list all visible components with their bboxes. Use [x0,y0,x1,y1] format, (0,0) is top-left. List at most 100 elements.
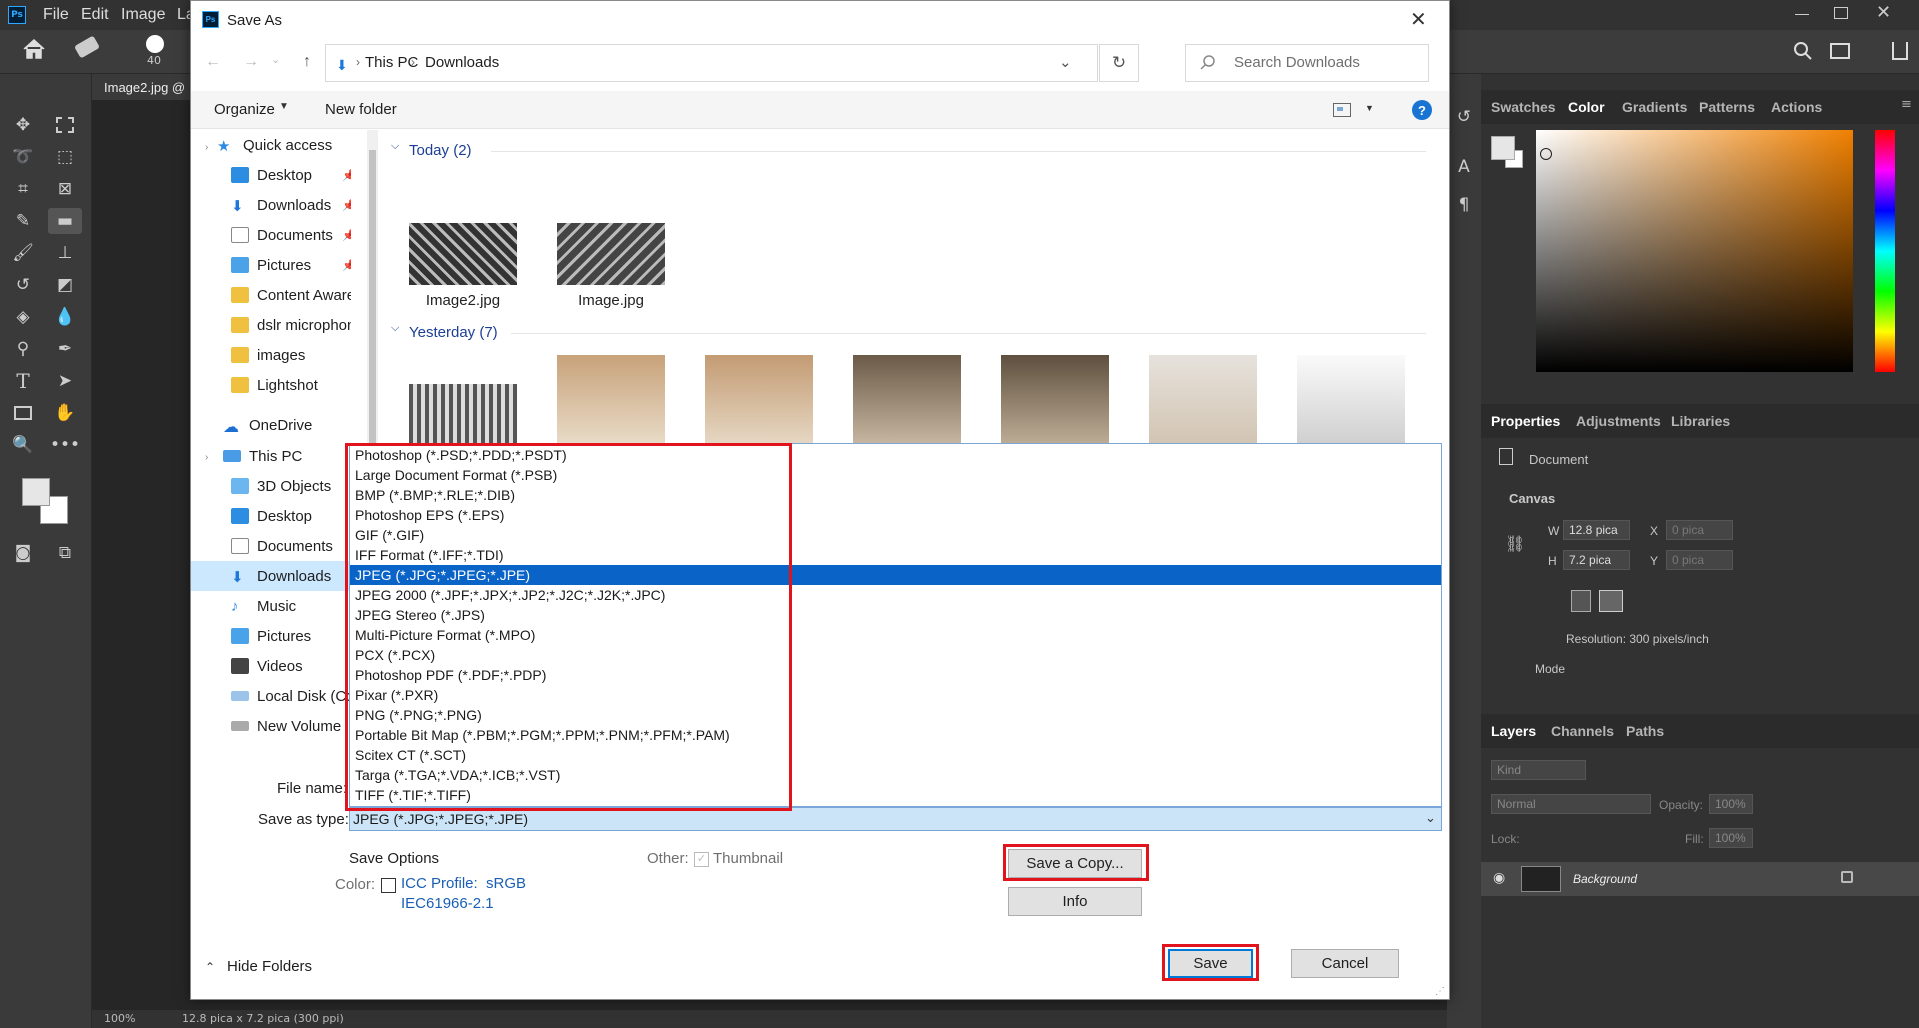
hue-slider[interactable] [1875,130,1895,372]
nav-quick-images[interactable]: images [231,340,351,370]
nav-pc-music[interactable]: ♪ Music [231,591,351,621]
breadcrumb-downloads[interactable]: Downloads [425,54,499,71]
layer-name[interactable]: Background [1573,872,1637,886]
zoom-level[interactable]: 100% [104,1012,135,1025]
thumb-image[interactable] [557,223,665,285]
nav-pc-downloads[interactable]: ⬇ Downloads [231,561,351,591]
fill-field[interactable]: 100% [1709,828,1753,848]
nav-quick-desktop[interactable]: Desktop 📌 [231,160,351,190]
nav-quick-pictures[interactable]: Pictures 📌 [231,250,351,280]
thumbnail-checkbox[interactable]: ✓ [694,852,709,867]
thumb-table[interactable] [1149,355,1257,443]
document-tab[interactable]: Image2.jpg @ [92,74,192,100]
history-panel-icon[interactable]: ↺ [1451,104,1477,130]
file-name-image2[interactable]: Image2.jpg [393,292,533,309]
screen-mode-icon[interactable]: ⧉ [52,540,78,566]
thumb-living-room-1[interactable] [853,355,961,443]
color-picker-cursor-icon[interactable] [1540,148,1552,160]
recent-locations-icon[interactable]: ⌄ [271,53,280,66]
organize-dropdown-icon[interactable]: ▼ [279,101,289,112]
tab-adjustments[interactable]: Adjustments [1576,413,1661,429]
tab-properties[interactable]: Properties [1491,413,1560,429]
nav-pc-documents[interactable]: Documents [231,531,351,561]
history-brush-tool-icon[interactable]: ↺ [10,272,36,298]
frame-tool-icon[interactable]: ⊠ [52,176,78,202]
marquee-tool-icon[interactable] [52,112,78,138]
menu-edit[interactable]: Edit [81,6,109,24]
tab-color[interactable]: Color [1568,99,1605,115]
blend-mode-select[interactable]: Normal [1491,794,1651,814]
more-tools-icon[interactable]: ••• [50,432,80,458]
color-field[interactable] [1536,130,1853,372]
search-box[interactable]: Search Downloads [1185,44,1429,82]
help-icon[interactable]: ? [1412,100,1432,120]
dodge-tool-icon[interactable]: ⚲ [10,336,36,362]
object-select-tool-icon[interactable]: ⬚ [52,144,78,170]
quick-access-chevron-icon[interactable]: › [205,142,208,153]
view-options-icon[interactable] [1333,103,1351,117]
close-app-icon[interactable]: ✕ [1876,2,1891,23]
tab-channels[interactable]: Channels [1551,723,1614,739]
width-field[interactable]: 12.8 pica [1563,520,1630,540]
quick-mask-icon[interactable]: ◙ [10,540,36,566]
up-icon[interactable]: ↑ [303,53,311,71]
group-today[interactable]: Today (2) [409,142,472,159]
foreground-color-swatch[interactable] [22,478,50,506]
forward-icon[interactable]: → [243,53,259,71]
rectangle-tool-icon[interactable] [10,400,36,426]
paint-bucket-tool-icon[interactable]: ◈ [10,304,36,330]
move-tool-icon[interactable]: ✥ [10,112,36,138]
address-dropdown-icon[interactable]: ⌄ [1059,53,1072,71]
path-select-tool-icon[interactable]: ➤ [52,368,78,394]
icc-profile-checkbox[interactable] [381,878,396,893]
y-field[interactable]: 0 pica [1666,550,1733,570]
nav-pc-3d-objects[interactable]: 3D Objects [231,471,351,501]
tab-layers[interactable]: Layers [1491,723,1536,739]
hide-folders-button[interactable]: Hide Folders [227,958,312,975]
home-icon[interactable] [22,38,46,60]
tab-libraries[interactable]: Libraries [1671,413,1730,429]
height-field[interactable]: 7.2 pica [1563,550,1630,570]
group-yesterday[interactable]: Yesterday (7) [409,324,498,341]
canvas-section-title[interactable]: Canvas [1509,491,1555,506]
search-icon[interactable] [1793,41,1813,61]
healing-tool-preset-icon[interactable] [73,35,101,59]
layer-kind-filter[interactable]: Kind [1491,760,1586,780]
refresh-button[interactable]: ↻ [1099,44,1139,82]
nav-pc-videos[interactable]: Videos [231,651,351,681]
group-chevron-icon[interactable]: ⌵ [391,322,399,335]
menu-file[interactable]: File [43,6,69,24]
document-info[interactable]: 12.8 pica x 7.2 pica (300 ppi) [182,1012,344,1025]
nav-quick-content-aware[interactable]: Content Aware F [231,280,351,310]
opacity-field[interactable]: 100% [1709,794,1753,814]
hide-folders-chevron-icon[interactable]: ⌃ [205,960,215,974]
nav-scroll-thumb[interactable] [369,150,376,450]
nav-pc-new-volume[interactable]: New Volume [231,711,351,741]
tab-patterns[interactable]: Patterns [1699,99,1755,115]
portrait-orientation-icon[interactable] [1571,590,1591,612]
menu-image[interactable]: Image [121,6,165,24]
brush-preview-icon[interactable] [146,35,164,53]
restore-icon[interactable] [1834,7,1848,19]
thumb-fountain-pen[interactable] [1297,355,1405,443]
minimize-icon[interactable] [1795,14,1809,15]
lasso-tool-icon[interactable]: ➰ [10,144,36,170]
pen-tool-icon[interactable]: ✒ [52,336,78,362]
paragraph-panel-icon[interactable]: ¶ [1451,192,1477,218]
nav-quick-documents[interactable]: Documents 📌 [231,220,351,250]
landscape-orientation-icon[interactable] [1599,590,1623,612]
organize-button[interactable]: Organize [214,101,275,118]
color-panel-fg-swatch[interactable] [1491,136,1515,160]
brush-tool-icon[interactable]: 🖌 [10,240,36,266]
thumb-stools-2[interactable] [705,355,813,443]
this-pc-chevron-icon[interactable]: › [205,452,208,463]
thumb-living-room-2[interactable] [1001,355,1109,443]
info-button[interactable]: Info [1008,887,1142,916]
hand-tool-icon[interactable]: ✋ [52,400,78,426]
nav-pc-pictures[interactable]: Pictures [231,621,351,651]
cancel-button[interactable]: Cancel [1291,949,1399,978]
back-icon[interactable]: ← [205,53,221,71]
eye-icon[interactable]: ◉ [1493,870,1505,886]
blur-tool-icon[interactable]: 💧 [52,304,78,330]
eyedropper-tool-icon[interactable]: ✎ [10,208,36,234]
